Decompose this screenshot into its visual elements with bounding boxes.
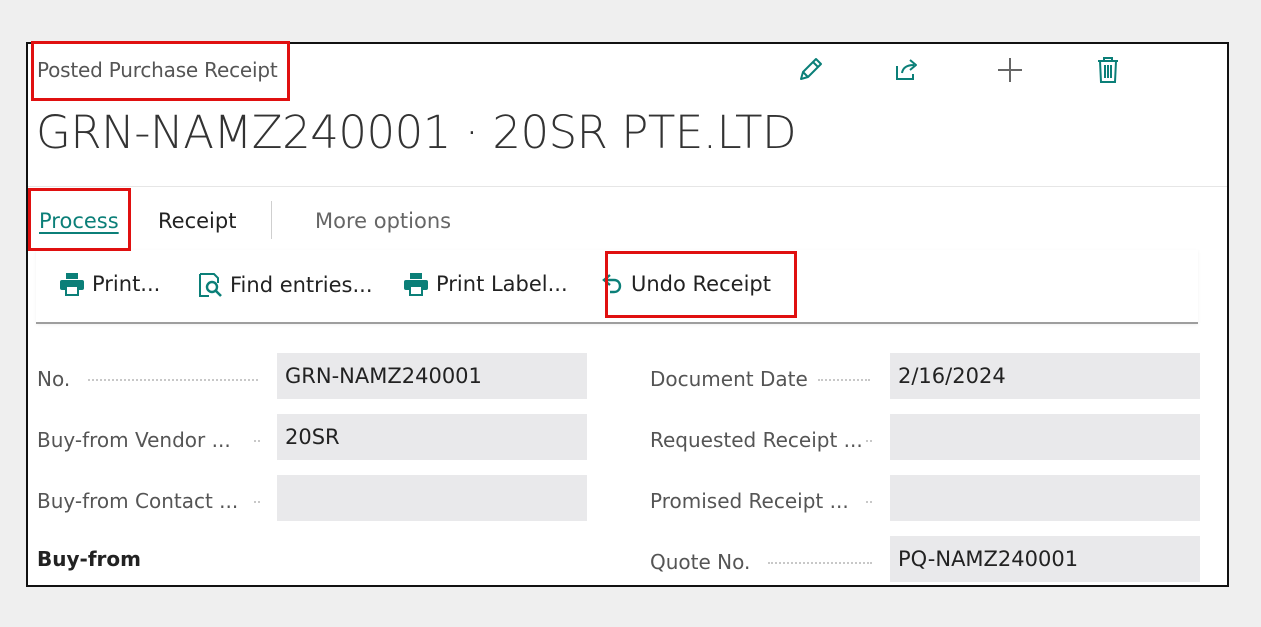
undo-icon xyxy=(602,274,622,294)
print-label-button[interactable]: Print Label... xyxy=(403,272,568,296)
dotted-leader xyxy=(768,562,872,566)
find-entries-icon xyxy=(199,273,222,297)
page-type-caption: Posted Purchase Receipt xyxy=(37,58,278,82)
quote-no-field[interactable]: PQ-NAMZ240001 xyxy=(890,536,1200,582)
dotted-leader xyxy=(88,379,258,383)
buy-from-vendor-field[interactable]: 20SR xyxy=(277,414,587,460)
buy-from-section-heading: Buy-from xyxy=(37,547,141,571)
quote-no-label: Quote No. xyxy=(650,550,751,574)
edit-icon[interactable] xyxy=(794,54,826,86)
requested-receipt-field[interactable] xyxy=(890,414,1200,460)
undo-receipt-label: Undo Receipt xyxy=(631,272,771,296)
print-label-label: Print Label... xyxy=(436,272,568,296)
document-date-field[interactable]: 2/16/2024 xyxy=(890,353,1200,399)
dotted-leader xyxy=(254,440,260,444)
printer-icon xyxy=(404,273,428,296)
print-label: Print... xyxy=(92,272,161,296)
dotted-leader xyxy=(818,379,870,383)
document-date-label: Document Date xyxy=(650,367,808,391)
find-entries-button[interactable]: Find entries... xyxy=(197,272,373,298)
dotted-leader xyxy=(866,440,872,444)
requested-receipt-label: Requested Receipt ... xyxy=(650,428,863,452)
no-field[interactable]: GRN-NAMZ240001 xyxy=(277,353,587,399)
print-button[interactable]: Print... xyxy=(59,272,160,296)
tab-bar: Process Receipt More options xyxy=(28,186,1227,249)
delete-icon[interactable] xyxy=(1092,54,1124,86)
tab-more-options[interactable]: More options xyxy=(315,209,451,233)
dotted-leader xyxy=(254,501,260,505)
share-icon[interactable] xyxy=(891,54,923,86)
new-icon[interactable] xyxy=(994,54,1026,86)
document-card: Posted Purchase Receipt GRN-NAMZ240001 ·… xyxy=(26,42,1229,587)
page-title: GRN-NAMZ240001 · 20SR PTE.LTD xyxy=(36,106,797,159)
tab-divider xyxy=(271,201,272,239)
buy-from-contact-label: Buy-from Contact ... xyxy=(37,489,239,513)
find-entries-label: Find entries... xyxy=(230,273,373,297)
undo-receipt-button[interactable]: Undo Receipt xyxy=(600,272,771,296)
buy-from-contact-field[interactable] xyxy=(277,475,587,521)
tab-receipt[interactable]: Receipt xyxy=(158,209,236,233)
tab-process[interactable]: Process xyxy=(39,209,119,233)
promised-receipt-field[interactable] xyxy=(890,475,1200,521)
no-label: No. xyxy=(37,367,71,391)
buy-from-vendor-label: Buy-from Vendor ... xyxy=(37,428,231,452)
promised-receipt-label: Promised Receipt ... xyxy=(650,489,849,513)
dotted-leader xyxy=(866,501,872,505)
printer-icon xyxy=(60,273,84,296)
action-bar: Print... Find entries... Print Label... … xyxy=(36,250,1198,324)
